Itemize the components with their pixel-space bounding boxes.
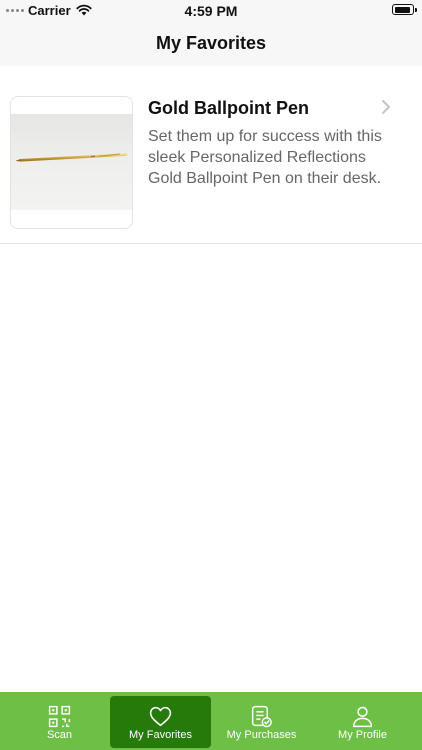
page-title: My Favorites (155, 33, 267, 53)
tab-scan[interactable]: Scan (9, 696, 110, 748)
navigation-bar: My Favorites (0, 20, 422, 66)
tab-label: Scan (46, 729, 73, 741)
receipt-check-icon (251, 705, 272, 728)
item-title: Gold Ballpoint Pen (148, 98, 309, 118)
tab-label: My Favorites (129, 729, 192, 741)
favorite-item-row[interactable]: Gold Ballpoint Pen Set them up for succe… (0, 66, 422, 244)
tab-my-favorites[interactable]: My Favorites (110, 696, 211, 748)
tab-label: My Profile (338, 729, 387, 741)
status-time: 4:59 PM (184, 3, 238, 19)
tab-bar: Scan My Favorites My Purchases My Profil… (0, 692, 422, 750)
person-icon (352, 706, 373, 728)
gold-ballpoint-pen-image (10, 96, 133, 229)
heart-icon (149, 706, 172, 727)
tab-my-purchases[interactable]: My Purchases (211, 696, 312, 748)
battery-icon (392, 4, 417, 15)
chevron-right-icon[interactable] (380, 99, 392, 115)
tab-my-profile[interactable]: My Profile (312, 696, 413, 748)
tab-label: My Purchases (226, 729, 297, 741)
status-bar: Carrier 4:59 PM (0, 0, 422, 20)
item-description: Set them up for success with this sleek … (148, 128, 382, 187)
qr-code-icon (48, 705, 71, 728)
